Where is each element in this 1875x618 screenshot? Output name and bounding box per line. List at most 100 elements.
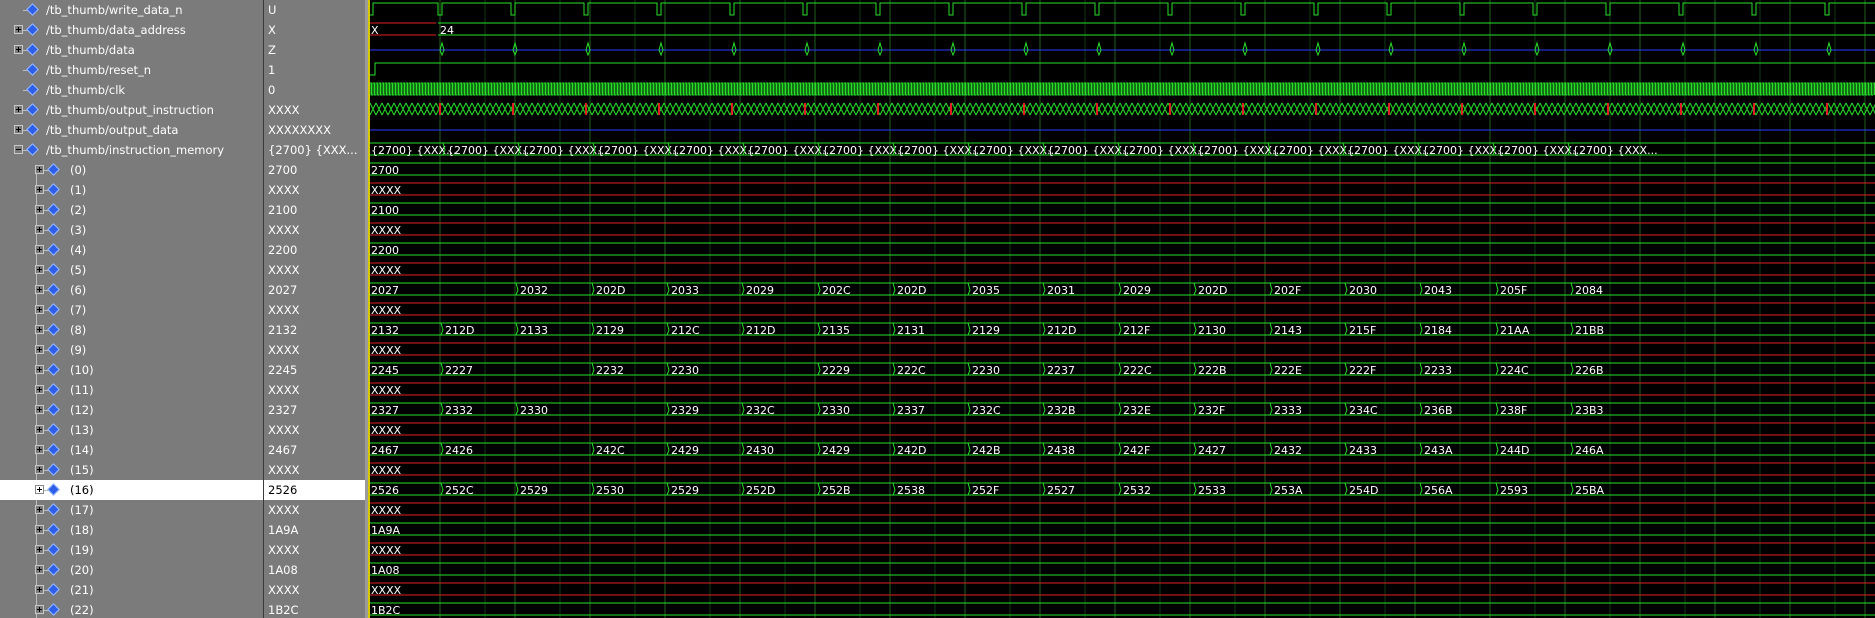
expand-toggle-icon[interactable] — [35, 225, 44, 234]
signal-value-row[interactable]: XXXX — [264, 300, 365, 320]
signal-value-row[interactable]: XXXX — [264, 460, 365, 480]
signal-value-row[interactable]: 2100 — [264, 200, 365, 220]
signal-row[interactable]: (7) — [0, 300, 263, 320]
signal-value-row[interactable]: XXXX — [264, 380, 365, 400]
signal-row[interactable]: /tb_thumb/output_instruction — [0, 100, 263, 120]
signal-row[interactable]: (10) — [0, 360, 263, 380]
expand-toggle-icon[interactable] — [35, 465, 44, 474]
signal-value-row[interactable]: U — [264, 0, 365, 20]
signal-row[interactable]: (18) — [0, 520, 263, 540]
signal-value-row[interactable]: 1A08 — [264, 560, 365, 580]
signal-row[interactable]: (5) — [0, 260, 263, 280]
expand-toggle-icon[interactable] — [14, 125, 23, 134]
expand-toggle-icon[interactable] — [35, 305, 44, 314]
signal-row[interactable]: (8) — [0, 320, 263, 340]
bus-value-label: 2333 — [1274, 404, 1302, 417]
expand-toggle-icon[interactable] — [35, 565, 44, 574]
expand-toggle-icon[interactable] — [14, 105, 23, 114]
signal-value-row[interactable]: XXXX — [264, 500, 365, 520]
signal-row[interactable]: /tb_thumb/reset_n — [0, 60, 263, 80]
signal-value-row[interactable]: 0 — [264, 80, 365, 100]
signal-value-row[interactable]: X — [264, 20, 365, 40]
expand-toggle-icon[interactable] — [35, 345, 44, 354]
signal-value-row[interactable]: XXXX — [264, 220, 365, 240]
signal-value-row[interactable]: 1A9A — [264, 520, 365, 540]
expand-toggle-icon[interactable] — [35, 505, 44, 514]
signal-row[interactable]: (3) — [0, 220, 263, 240]
signal-row[interactable]: /tb_thumb/clk — [0, 80, 263, 100]
signal-value-row[interactable]: XXXX — [264, 420, 365, 440]
time-cursor[interactable] — [368, 0, 370, 618]
signal-value-row[interactable]: XXXX — [264, 100, 365, 120]
signal-row[interactable]: (6) — [0, 280, 263, 300]
signal-row[interactable]: (20) — [0, 560, 263, 580]
signal-row[interactable]: (0) — [0, 160, 263, 180]
expand-toggle-icon[interactable] — [35, 405, 44, 414]
expand-toggle-icon[interactable] — [14, 25, 23, 34]
signal-row[interactable]: (21) — [0, 580, 263, 600]
signal-value-row[interactable]: XXXX — [264, 540, 365, 560]
signal-row[interactable]: (9) — [0, 340, 263, 360]
signal-row[interactable]: (12) — [0, 400, 263, 420]
signal-row[interactable]: (13) — [0, 420, 263, 440]
expand-toggle-icon[interactable] — [35, 245, 44, 254]
signal-row[interactable]: /tb_thumb/data_address — [0, 20, 263, 40]
signal-row[interactable]: /tb_thumb/output_data — [0, 120, 263, 140]
bus-trace — [368, 242, 1875, 256]
signal-row[interactable]: /tb_thumb/data — [0, 40, 263, 60]
expand-toggle-icon[interactable] — [14, 45, 23, 54]
bus-value-label: 2130 — [1198, 324, 1226, 337]
signal-value-row[interactable]: 2327 — [264, 400, 365, 420]
signal-row[interactable]: (4) — [0, 240, 263, 260]
signal-value-row[interactable]: XXXX — [264, 340, 365, 360]
signal-value-row[interactable]: XXXX — [264, 180, 365, 200]
expand-toggle-icon[interactable] — [35, 545, 44, 554]
signal-values-panel[interactable]: U X Z 1 0 XXXX XXXXXXXX {2700} {XXX... 2700 XXXX 2… — [264, 0, 368, 618]
signal-value-row[interactable]: 2467 — [264, 440, 365, 460]
signal-value-row[interactable]: 1B2C — [264, 600, 365, 618]
signal-value-row[interactable]: {2700} {XXX... — [264, 140, 365, 160]
expand-toggle-icon[interactable] — [35, 325, 44, 334]
signal-row[interactable]: /tb_thumb/instruction_memory — [0, 140, 263, 160]
expand-toggle-icon[interactable] — [35, 525, 44, 534]
signal-row[interactable]: (15) — [0, 460, 263, 480]
signal-row[interactable]: (11) — [0, 380, 263, 400]
signal-value-row[interactable]: 2200 — [264, 240, 365, 260]
signal-value-row[interactable]: 2132 — [264, 320, 365, 340]
signal-value-row[interactable]: 2700 — [264, 160, 365, 180]
signal-value: U — [268, 3, 277, 17]
signal-value-row[interactable]: XXXX — [264, 580, 365, 600]
signal-value-row[interactable]: 2245 — [264, 360, 365, 380]
expand-toggle-icon[interactable] — [35, 605, 44, 614]
expand-toggle-icon[interactable] — [35, 585, 44, 594]
signal-row[interactable]: (17) — [0, 500, 263, 520]
signal-row[interactable]: /tb_thumb/write_data_n — [0, 0, 263, 20]
signal-row[interactable]: (19) — [0, 540, 263, 560]
signal-row[interactable]: (22) — [0, 600, 263, 618]
signal-value-row[interactable]: XXXXXXXX — [264, 120, 365, 140]
signal-row[interactable]: (1) — [0, 180, 263, 200]
signal-value: XXXX — [268, 223, 300, 237]
signal-row[interactable]: (14) — [0, 440, 263, 460]
expand-toggle-icon[interactable] — [35, 445, 44, 454]
signal-value-row[interactable]: 2526 — [264, 480, 365, 500]
expand-toggle-icon[interactable] — [35, 205, 44, 214]
signal-value-row[interactable]: 1 — [264, 60, 365, 80]
signal-row[interactable]: (2) — [0, 200, 263, 220]
expand-toggle-icon[interactable] — [35, 385, 44, 394]
signal-value-row[interactable]: XXXX — [264, 260, 365, 280]
expand-toggle-icon[interactable] — [35, 425, 44, 434]
waveform-pane[interactable]: X 24 {2700} {XXX... {2700} {XXX... {2700} {X… — [368, 0, 1875, 618]
expand-toggle-icon[interactable] — [35, 365, 44, 374]
collapse-toggle-icon[interactable] — [14, 145, 23, 154]
expand-toggle-icon[interactable] — [35, 165, 44, 174]
expand-toggle-icon[interactable] — [35, 485, 44, 494]
signal-row[interactable]: (16) — [0, 480, 263, 500]
signal-names-panel[interactable]: /tb_thumb/write_data_n/tb_thumb/data_add… — [0, 0, 264, 618]
signal-value-row[interactable]: 2027 — [264, 280, 365, 300]
expand-toggle-icon[interactable] — [35, 185, 44, 194]
expand-toggle-icon[interactable] — [35, 265, 44, 274]
signal-value-row[interactable]: Z — [264, 40, 365, 60]
waveform-canvas[interactable]: X 24{2700} {XXX...{2700} {XXX...{2700} {X… — [368, 0, 1875, 618]
expand-toggle-icon[interactable] — [35, 285, 44, 294]
